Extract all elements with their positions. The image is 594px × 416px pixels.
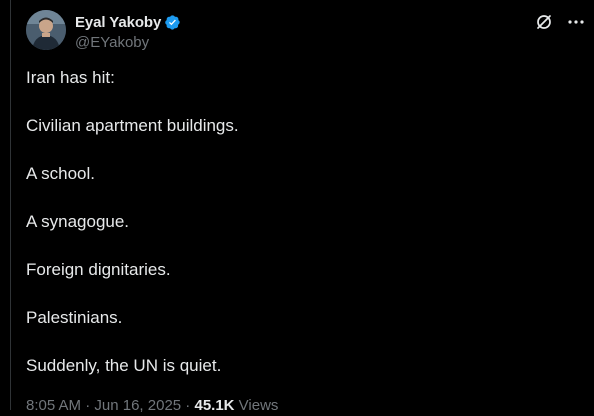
- timeline-divider: [10, 0, 11, 410]
- display-name-row: Eyal Yakoby: [75, 12, 181, 32]
- tweet-line: Foreign dignitaries.: [26, 260, 171, 279]
- grok-icon[interactable]: [534, 12, 554, 32]
- tweet-line: Civilian apartment buildings.: [26, 116, 239, 135]
- tweet-line: Suddenly, the UN is quiet.: [26, 356, 222, 375]
- meta-separator: ·: [81, 397, 95, 414]
- author-names: Eyal Yakoby @EYakoby: [75, 12, 181, 53]
- views-label: Views: [234, 397, 279, 414]
- tweet-line: A synagogue.: [26, 212, 130, 231]
- tweet: Eyal Yakoby @EYakoby Iran has hit: Civil…: [26, 10, 586, 414]
- post-date[interactable]: Jun 16, 2025: [94, 397, 181, 414]
- tweet-text: Iran has hit: Civilian apartment buildin…: [26, 66, 239, 402]
- user-avatar-icon: [26, 10, 66, 50]
- post-time[interactable]: 8:05 AM: [26, 397, 81, 414]
- views-count: 45.1K: [194, 397, 235, 414]
- tweet-line: A school.: [26, 164, 95, 183]
- display-name[interactable]: Eyal Yakoby: [75, 14, 161, 31]
- tweet-line: Palestinians.: [26, 308, 123, 327]
- meta-separator: ·: [181, 397, 195, 414]
- tweet-line: Iran has hit:: [26, 68, 115, 87]
- verified-badge-icon[interactable]: [164, 14, 181, 31]
- more-options-icon[interactable]: [566, 12, 586, 32]
- avatar[interactable]: [26, 10, 66, 50]
- tweet-header: Eyal Yakoby @EYakoby: [26, 10, 586, 54]
- header-actions: [534, 12, 586, 32]
- handle[interactable]: @EYakoby: [75, 33, 181, 53]
- tweet-meta: 8:05 AM · Jun 16, 2025 · 45.1K Views: [26, 396, 278, 416]
